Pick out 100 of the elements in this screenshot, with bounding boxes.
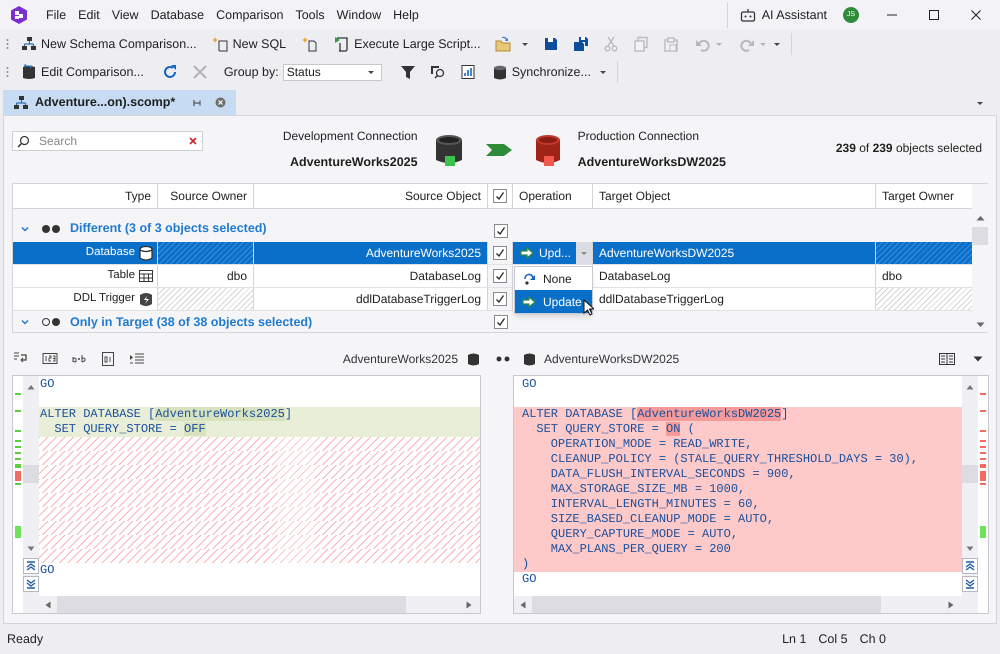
menu-item[interactable]: Comparison (210, 6, 290, 24)
line-numbers-icon[interactable] (42, 351, 58, 367)
scroll-right-icon[interactable] (948, 600, 954, 608)
save-all-icon[interactable] (572, 36, 589, 52)
column-header[interactable]: Source Object (254, 184, 488, 208)
direction-arrow-icon (486, 142, 512, 156)
refresh-icon[interactable] (162, 64, 178, 80)
dropdown-caret-icon[interactable] (772, 42, 781, 46)
toolbar-grip-icon (6, 66, 9, 78)
char-indicator: Ch 0 (860, 630, 886, 648)
filter-icon[interactable] (400, 64, 416, 80)
tab-list-caret-icon[interactable] (976, 101, 984, 106)
scroll-right-icon[interactable] (466, 600, 472, 608)
toolbar-button[interactable]: New Schema Comparison... (19, 33, 199, 55)
trigger-icon (138, 291, 154, 307)
find-icon[interactable] (430, 64, 446, 80)
search-field[interactable]: Search (12, 130, 203, 150)
table-cell-text: DDL Trigger (73, 291, 135, 306)
scrollbar-thumb[interactable] (532, 596, 881, 613)
checkbox[interactable] (494, 224, 508, 238)
save-icon[interactable] (542, 36, 559, 52)
column-indicator: Col 5 (818, 630, 848, 648)
toolbar-button[interactable]: Execute Large Script... (332, 33, 483, 55)
checkbox[interactable] (493, 269, 507, 283)
checkbox[interactable] (493, 292, 507, 306)
column-header[interactable]: Operation (513, 184, 593, 208)
scroll-left-icon[interactable] (45, 600, 51, 608)
code-line: GO (521, 377, 538, 392)
toolbar-button[interactable]: Synchronize... (490, 61, 593, 83)
source-database-icon (434, 132, 464, 166)
dropdown-caret-icon[interactable] (598, 70, 607, 74)
collapse-chevron-icon[interactable] (21, 224, 29, 233)
clear-icon[interactable] (189, 136, 197, 144)
scroll-left-icon[interactable] (520, 600, 526, 608)
checkbox[interactable] (493, 189, 507, 203)
document-tab[interactable]: Adventure...on).scomp* (3, 90, 236, 115)
database-edit-icon (21, 64, 37, 80)
column-header[interactable]: Target Object (593, 184, 876, 208)
menu-item[interactable]: File (40, 6, 72, 24)
checkbox[interactable] (493, 246, 507, 260)
new-file-icon[interactable] (302, 36, 318, 52)
connection-name: AdventureWorks2025 (290, 154, 418, 172)
scrollbar-thumb[interactable] (972, 227, 988, 245)
report-icon[interactable] (460, 64, 476, 80)
column-header[interactable]: Type (13, 184, 158, 208)
toolbar-button[interactable]: New SQL (210, 33, 288, 55)
binary-file-icon[interactable] (100, 351, 116, 367)
menu-item[interactable]: Tools (289, 6, 331, 24)
ai-assistant-button[interactable]: AI Assistant (738, 6, 829, 24)
scroll-down-icon[interactable] (976, 322, 984, 328)
previous-change-icon[interactable] (23, 558, 39, 574)
scroll-up-icon[interactable] (27, 384, 35, 390)
menu-item[interactable]: Edit (72, 6, 106, 24)
menu-item[interactable]: Window (330, 6, 388, 24)
maximize-icon[interactable] (928, 9, 940, 21)
search-icon (17, 134, 30, 148)
menu-item[interactable]: None (515, 267, 592, 290)
app-logo-icon (9, 5, 29, 25)
script-icon (334, 36, 350, 52)
two-dots-icon (496, 356, 510, 362)
menu-item[interactable]: Help (387, 6, 425, 24)
dropdown-caret-icon[interactable] (973, 356, 983, 362)
close-icon[interactable] (970, 9, 982, 21)
table-cell-text: Table (108, 268, 135, 284)
schema-icon (21, 36, 37, 52)
menu-item[interactable]: View (106, 6, 145, 24)
table-row[interactable]: Database AdventureWorks2025 Upd... AdventureWorksDW2025 (13, 242, 972, 265)
selection-summary: 239 of 239 objects selected (836, 140, 982, 156)
dropdown-caret-icon[interactable] (520, 42, 529, 46)
line-indicator: Ln 1 (782, 630, 806, 648)
toolbar-button[interactable]: Edit Comparison... (19, 61, 146, 83)
previous-change-icon[interactable] (962, 558, 978, 574)
half-dots-icon (41, 317, 61, 327)
next-change-icon[interactable] (962, 576, 978, 592)
group-by-dropdown[interactable]: Status (282, 64, 382, 80)
group-header[interactable]: Only in Target (38 of 38 objects selected) (70, 312, 312, 332)
connection-caption: Development Connection (282, 128, 418, 146)
scroll-down-icon[interactable] (27, 546, 35, 552)
side-by-side-icon[interactable] (939, 353, 955, 365)
scrollbar-thumb[interactable] (23, 465, 39, 483)
operation-dropdown[interactable]: Upd... (513, 242, 576, 264)
group-header[interactable]: Different (3 of 3 objects selected) (70, 219, 267, 238)
pane-title: AdventureWorks2025 (342, 351, 458, 368)
scroll-up-icon[interactable] (966, 384, 974, 390)
database-sync-icon (492, 64, 508, 80)
scroll-up-icon[interactable] (976, 215, 984, 221)
checkbox[interactable] (494, 315, 508, 329)
scrollbar-thumb[interactable] (57, 596, 406, 613)
open-folder-icon[interactable] (494, 36, 511, 52)
connection-name: AdventureWorksDW2025 (578, 154, 726, 172)
scrollbar-thumb[interactable] (962, 465, 978, 483)
collapse-chevron-icon[interactable] (21, 318, 29, 326)
scroll-down-icon[interactable] (966, 546, 974, 552)
dropdown-caret-icon[interactable] (366, 70, 375, 74)
menu-item[interactable]: Database (144, 6, 210, 24)
next-change-icon[interactable] (23, 576, 39, 592)
status-message: Ready (7, 630, 44, 648)
column-header[interactable]: Source Owner (158, 184, 254, 208)
pin-icon[interactable] (193, 98, 204, 106)
menu-item[interactable]: Update (515, 290, 592, 313)
